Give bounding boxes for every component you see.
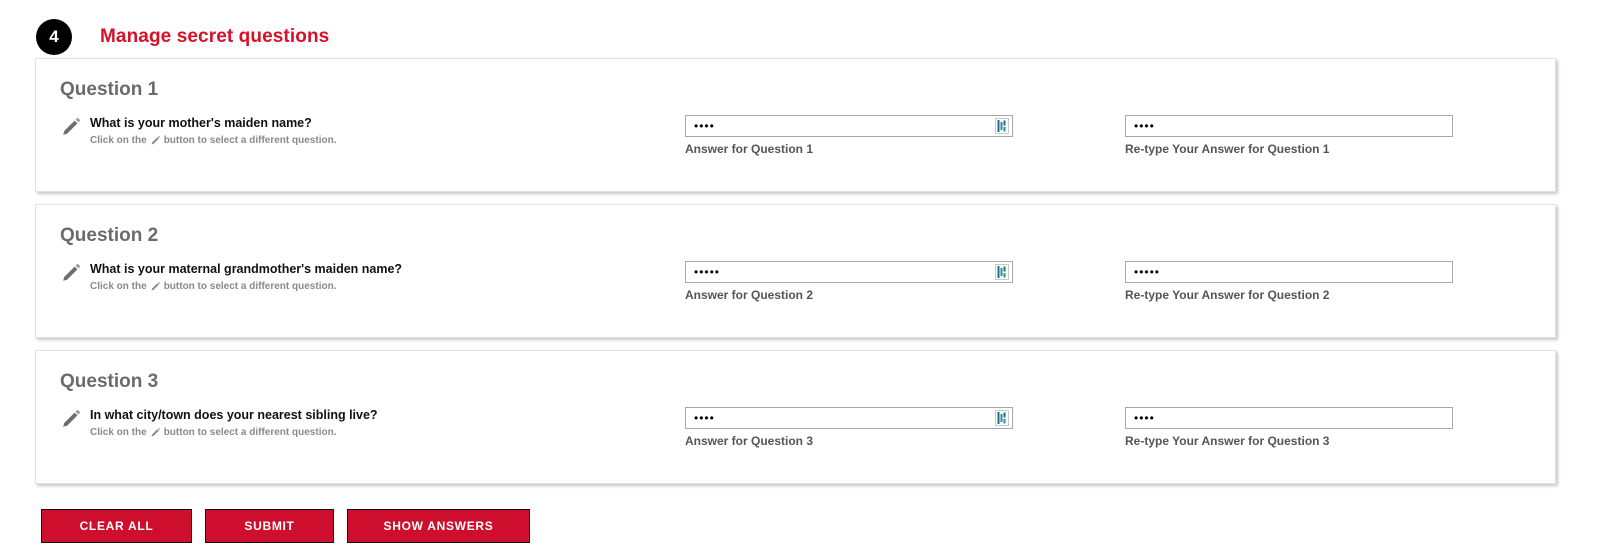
- password-manager-icon[interactable]: [995, 118, 1009, 134]
- question-cards-container: Question 1 What is your mother's maiden …: [0, 56, 1622, 484]
- pencil-icon-inline: [150, 427, 161, 438]
- question-card-body: In what city/town does your nearest sibl…: [36, 407, 1555, 465]
- pencil-icon-inline: [150, 135, 161, 146]
- question-card-body: What is your maternal grandmother's maid…: [36, 261, 1555, 319]
- question-card: Question 2 What is your maternal grandmo…: [35, 204, 1556, 338]
- question-hint-prefix: Click on the: [90, 281, 147, 292]
- question-card-body: What is your mother's maiden name? Click…: [36, 115, 1555, 173]
- retype-field-group: Re-type Your Answer for Question 3: [1125, 407, 1453, 448]
- page-title: Manage secret questions: [100, 26, 330, 47]
- question-hint: Click on the button to select a differen…: [90, 426, 378, 439]
- question-hint-prefix: Click on the: [90, 427, 147, 438]
- question-prompt: In what city/town does your nearest sibl…: [60, 407, 660, 439]
- retype-input-wrap: [1125, 115, 1453, 137]
- retype-field-label: Re-type Your Answer for Question 3: [1125, 434, 1330, 448]
- password-manager-icon[interactable]: [995, 410, 1009, 426]
- answer-input-wrap: [685, 115, 1013, 137]
- question-text: What is your maternal grandmother's maid…: [90, 262, 403, 276]
- retype-field-label: Re-type Your Answer for Question 2: [1125, 288, 1330, 302]
- question-card: Question 1 What is your mother's maiden …: [35, 58, 1556, 192]
- question-hint-suffix: button to select a different question.: [163, 427, 337, 438]
- retype-input[interactable]: [1125, 407, 1453, 429]
- question-card-title: Question 3: [60, 371, 159, 392]
- question-prompt: What is your mother's maiden name? Click…: [60, 115, 660, 147]
- answer-input-wrap: [685, 407, 1013, 429]
- retype-field-group: Re-type Your Answer for Question 1: [1125, 115, 1453, 156]
- question-hint: Click on the button to select a differen…: [90, 280, 402, 293]
- retype-input-wrap: [1125, 407, 1453, 429]
- answer-field-label: Answer for Question 1: [685, 142, 814, 156]
- question-text: In what city/town does your nearest sibl…: [90, 408, 378, 422]
- answer-input[interactable]: [685, 261, 1013, 283]
- retype-input-wrap: [1125, 261, 1453, 283]
- answer-input-wrap: [685, 261, 1013, 283]
- question-card-title: Question 1: [60, 79, 159, 100]
- pencil-icon[interactable]: [60, 116, 82, 138]
- answer-field-label: Answer for Question 3: [685, 434, 814, 448]
- password-manager-icon[interactable]: [995, 264, 1009, 280]
- manage-secret-questions-page: 4 Manage secret questions Question 1 Wha…: [0, 0, 1622, 549]
- question-prompt: What is your maternal grandmother's maid…: [60, 261, 660, 293]
- answer-input[interactable]: [685, 407, 1013, 429]
- retype-input[interactable]: [1125, 261, 1453, 283]
- question-text-group: In what city/town does your nearest sibl…: [90, 407, 378, 439]
- answer-field-group: Answer for Question 3: [685, 407, 1013, 448]
- answer-field-group: Answer for Question 1: [685, 115, 1013, 156]
- question-text-group: What is your maternal grandmother's maid…: [90, 261, 402, 293]
- question-hint: Click on the button to select a differen…: [90, 134, 336, 147]
- pencil-icon[interactable]: [60, 262, 82, 284]
- answer-field-label: Answer for Question 2: [685, 288, 814, 302]
- retype-field-group: Re-type Your Answer for Question 2: [1125, 261, 1453, 302]
- submit-button[interactable]: SUBMIT: [205, 509, 334, 543]
- pencil-icon[interactable]: [60, 408, 82, 430]
- retype-input[interactable]: [1125, 115, 1453, 137]
- answer-input[interactable]: [685, 115, 1013, 137]
- retype-field-label: Re-type Your Answer for Question 1: [1125, 142, 1330, 156]
- question-hint-prefix: Click on the: [90, 135, 147, 146]
- action-button-row: CLEAR ALL SUBMIT SHOW ANSWERS: [0, 496, 1622, 543]
- question-card-title: Question 2: [60, 225, 159, 246]
- step-number-badge: 4: [36, 19, 72, 55]
- answer-field-group: Answer for Question 2: [685, 261, 1013, 302]
- show-answers-button[interactable]: SHOW ANSWERS: [347, 509, 530, 543]
- question-text-group: What is your mother's maiden name? Click…: [90, 115, 336, 147]
- question-hint-suffix: button to select a different question.: [163, 135, 337, 146]
- question-card: Question 3 In what city/town does your n…: [35, 350, 1556, 484]
- question-text: What is your mother's maiden name?: [90, 116, 312, 130]
- pencil-icon-inline: [150, 281, 161, 292]
- section-header: 4 Manage secret questions: [0, 0, 1622, 56]
- question-hint-suffix: button to select a different question.: [163, 281, 337, 292]
- clear-all-button[interactable]: CLEAR ALL: [41, 509, 192, 543]
